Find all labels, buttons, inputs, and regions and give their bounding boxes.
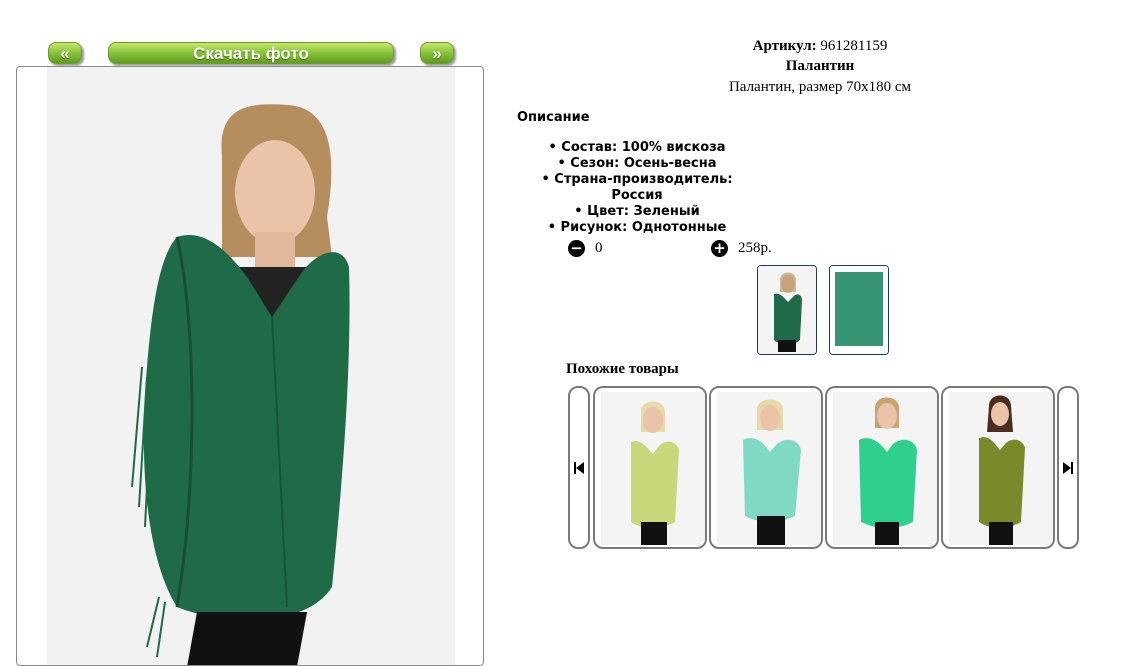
product-name: Палантин bbox=[785, 58, 855, 74]
thumbnail-model-image bbox=[758, 266, 816, 354]
next-photo-button[interactable]: » bbox=[420, 42, 454, 64]
description-title: Описание bbox=[517, 110, 590, 125]
description-item: Рисунок: Однотонные bbox=[517, 220, 757, 236]
similar-product-image bbox=[833, 392, 937, 545]
plus-circle-icon[interactable]: + bbox=[711, 240, 728, 257]
quantity-control: − 0 bbox=[568, 240, 603, 257]
main-product-photo bbox=[47, 67, 455, 665]
similar-next-button[interactable] bbox=[1057, 386, 1079, 549]
thumbnail-fabric[interactable] bbox=[829, 265, 889, 355]
skip-next-icon bbox=[1063, 461, 1073, 474]
download-photo-button[interactable]: Скачать фото bbox=[108, 42, 394, 64]
similar-prev-button[interactable] bbox=[568, 386, 590, 549]
previous-photo-button[interactable]: « bbox=[48, 42, 82, 64]
similar-products-title: Похожие товары bbox=[566, 361, 679, 377]
minus-circle-icon[interactable]: − bbox=[568, 240, 585, 257]
sku-label: Артикул: bbox=[752, 38, 817, 54]
description-item: Сезон: Осень-весна bbox=[517, 156, 757, 172]
description-item: Состав: 100% вискоза bbox=[517, 140, 757, 156]
description-list: Состав: 100% вискоза Сезон: Осень-весна … bbox=[517, 140, 757, 236]
similar-product-image bbox=[949, 392, 1053, 545]
similar-product-2[interactable] bbox=[709, 386, 823, 549]
similar-product-image bbox=[717, 392, 821, 545]
product-subtitle: Палантин, размер 70x180 см bbox=[728, 79, 912, 95]
similar-product-1[interactable] bbox=[593, 386, 707, 549]
main-photo-frame bbox=[16, 66, 484, 666]
similar-product-3[interactable] bbox=[825, 386, 939, 549]
description-item: Цвет: Зеленый bbox=[517, 204, 757, 220]
sku-value: 961281159 bbox=[820, 38, 888, 54]
similar-product-image bbox=[601, 392, 705, 545]
quantity-value: 0 bbox=[595, 240, 603, 256]
sku-line: Артикул: 961281159 bbox=[520, 38, 1120, 55]
skip-previous-icon bbox=[574, 461, 584, 474]
thumbnail-fabric-image bbox=[830, 266, 888, 354]
thumbnail-model[interactable] bbox=[757, 265, 817, 355]
description-item: Страна-производитель: Россия bbox=[517, 172, 757, 204]
price-value: 258р. bbox=[738, 240, 772, 256]
price-control: + 258р. bbox=[711, 240, 772, 257]
similar-product-4[interactable] bbox=[941, 386, 1055, 549]
model-with-scarf-image bbox=[47, 67, 455, 665]
